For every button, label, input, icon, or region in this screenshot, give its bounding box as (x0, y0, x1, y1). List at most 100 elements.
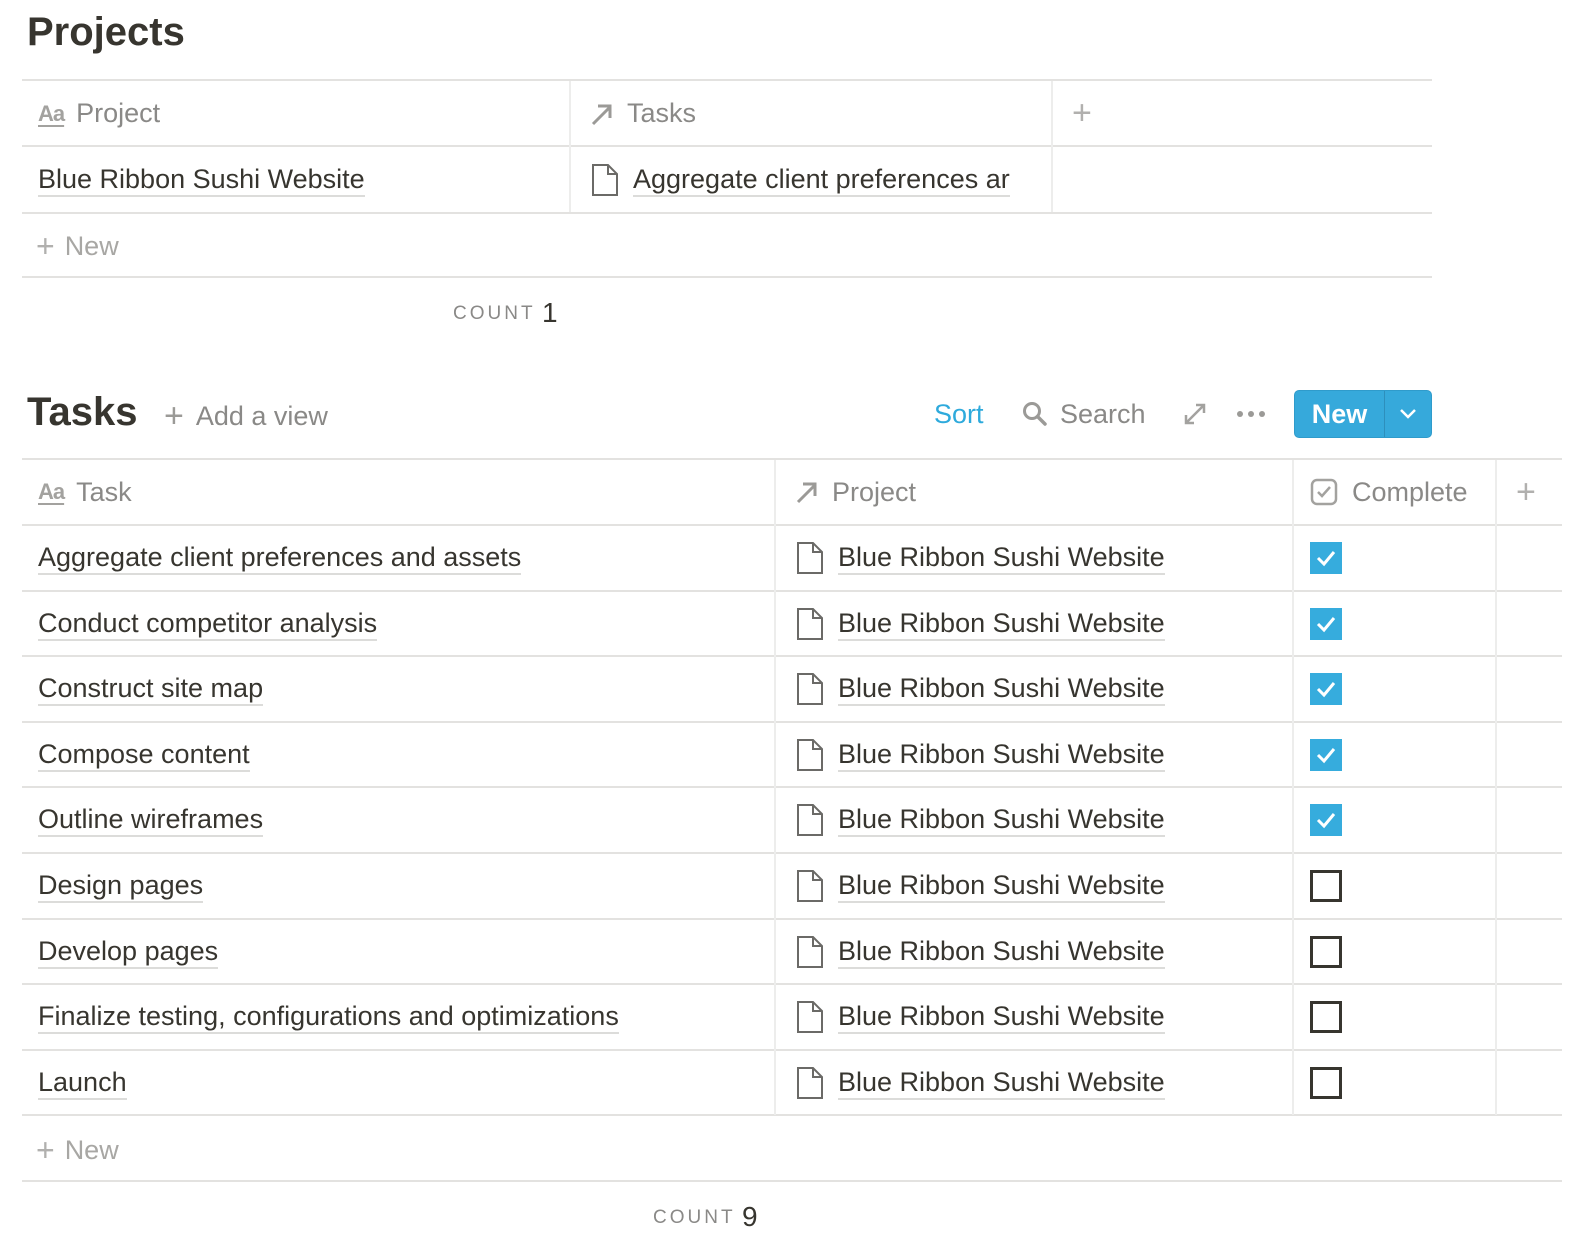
project-relation-link[interactable]: Blue Ribbon Sushi Website (838, 1001, 1165, 1034)
column-header-task[interactable]: Aa Task (38, 460, 768, 524)
table-row-project[interactable]: Blue Ribbon Sushi Website (796, 920, 1286, 984)
task-title[interactable]: Design pages (38, 870, 204, 903)
page-icon (796, 869, 824, 903)
new-row-label: New (64, 230, 119, 261)
page-icon (796, 541, 824, 575)
table-row-complete (1310, 592, 1490, 656)
task-title[interactable]: Launch (38, 1067, 127, 1100)
add-column-button[interactable]: + (1516, 460, 1556, 524)
page-icon (796, 803, 824, 837)
table-row-project[interactable]: Blue Ribbon Sushi Website (38, 148, 566, 212)
column-header-project[interactable]: Project (794, 460, 1284, 524)
project-relation-link[interactable]: Blue Ribbon Sushi Website (838, 608, 1165, 641)
table-row-project[interactable]: Blue Ribbon Sushi Website (796, 526, 1286, 590)
complete-checkbox[interactable] (1310, 1067, 1342, 1099)
page-icon (796, 672, 824, 706)
task-relation-link[interactable]: Aggregate client preferences ar (633, 164, 1010, 197)
count-value: 9 (742, 1201, 758, 1232)
task-title[interactable]: Aggregate client preferences and assets (38, 542, 522, 575)
table-row-tasks[interactable]: Aggregate client preferences ar (591, 148, 1051, 212)
divider (22, 145, 1432, 147)
project-relation-link[interactable]: Blue Ribbon Sushi Website (838, 804, 1165, 837)
complete-checkbox[interactable] (1310, 804, 1342, 836)
column-header-tasks[interactable]: Tasks (589, 82, 1049, 145)
check-icon (1316, 551, 1336, 567)
project-relation-link[interactable]: Blue Ribbon Sushi Website (838, 1067, 1165, 1100)
task-title[interactable]: Construct site map (38, 673, 264, 706)
table-row-task[interactable]: Finalize testing, configurations and opt… (38, 985, 768, 1049)
search-button[interactable]: Search (1022, 396, 1146, 432)
table-row-task[interactable]: Compose content (38, 723, 768, 787)
task-title[interactable]: Compose content (38, 739, 250, 772)
table-row-project[interactable]: Blue Ribbon Sushi Website (796, 985, 1286, 1049)
table-row-complete (1310, 854, 1490, 918)
table-row-complete (1310, 788, 1490, 852)
table-row-complete (1310, 920, 1490, 984)
page-icon (796, 935, 824, 969)
complete-checkbox[interactable] (1310, 673, 1342, 705)
table-row-task[interactable]: Conduct competitor analysis (38, 592, 768, 656)
column-header-label: Project (76, 98, 161, 128)
complete-checkbox[interactable] (1310, 608, 1342, 640)
search-icon (1022, 401, 1048, 427)
table-row-task[interactable]: Design pages (38, 854, 768, 918)
table-row-project[interactable]: Blue Ribbon Sushi Website (796, 1051, 1286, 1115)
column-header-complete[interactable]: Complete (1310, 460, 1495, 524)
table-row-project[interactable]: Blue Ribbon Sushi Website (796, 657, 1286, 721)
table-row-task[interactable]: Develop pages (38, 920, 768, 984)
table-row-task[interactable]: Launch (38, 1051, 768, 1115)
table-row-task[interactable]: Outline wireframes (38, 788, 768, 852)
project-relation-link[interactable]: Blue Ribbon Sushi Website (838, 673, 1165, 706)
relation-arrow-icon (794, 479, 820, 505)
plus-icon: + (1072, 94, 1092, 132)
column-divider (774, 460, 776, 1115)
table-row-project[interactable]: Blue Ribbon Sushi Website (796, 723, 1286, 787)
project-relation-link[interactable]: Blue Ribbon Sushi Website (838, 936, 1165, 969)
project-relation-link[interactable]: Blue Ribbon Sushi Website (838, 542, 1165, 575)
expand-arrows-icon (1183, 402, 1207, 426)
text-aa-icon: Aa (38, 479, 65, 504)
page-icon (796, 607, 824, 641)
table-row-task[interactable]: Aggregate client preferences and assets (38, 526, 768, 590)
table-row-project[interactable]: Blue Ribbon Sushi Website (796, 854, 1286, 918)
projects-title: Projects (27, 10, 185, 54)
column-header-label: Complete (1352, 476, 1468, 507)
task-title[interactable]: Outline wireframes (38, 804, 264, 837)
table-row-project[interactable]: Blue Ribbon Sushi Website (796, 788, 1286, 852)
more-options-button[interactable] (1236, 396, 1266, 432)
project-relation-link[interactable]: Blue Ribbon Sushi Website (838, 870, 1165, 903)
column-divider (569, 81, 571, 212)
table-row-complete (1310, 526, 1490, 590)
project-relation-link[interactable]: Blue Ribbon Sushi Website (838, 739, 1165, 772)
new-row-button[interactable]: + New (36, 215, 336, 277)
column-header-project[interactable]: Aa Project (38, 82, 568, 145)
check-icon (1316, 748, 1336, 764)
complete-checkbox[interactable] (1310, 936, 1342, 968)
new-button[interactable]: New (1294, 390, 1432, 438)
search-label: Search (1060, 398, 1146, 429)
task-title[interactable]: Develop pages (38, 936, 219, 969)
complete-checkbox[interactable] (1310, 870, 1342, 902)
complete-checkbox[interactable] (1310, 1001, 1342, 1033)
check-icon (1316, 682, 1336, 698)
column-header-label: Task (76, 476, 132, 507)
plus-icon: + (36, 1131, 55, 1168)
complete-checkbox[interactable] (1310, 739, 1342, 771)
add-column-button[interactable]: + (1072, 82, 1112, 145)
new-row-button[interactable]: + New (36, 1119, 336, 1181)
check-icon (1316, 813, 1336, 829)
table-row-project[interactable]: Blue Ribbon Sushi Website (796, 592, 1286, 656)
complete-checkbox[interactable] (1310, 542, 1342, 574)
chevron-down-icon[interactable] (1385, 391, 1431, 437)
checkbox-icon (1310, 478, 1338, 506)
task-title[interactable]: Conduct competitor analysis (38, 608, 378, 641)
table-row-task[interactable]: Construct site map (38, 657, 768, 721)
project-title[interactable]: Blue Ribbon Sushi Website (38, 164, 365, 197)
expand-button[interactable] (1183, 396, 1207, 432)
column-header-label: Tasks (627, 98, 697, 128)
plus-icon: + (1516, 472, 1536, 511)
new-button-label[interactable]: New (1295, 391, 1385, 437)
sort-button[interactable]: Sort (934, 396, 984, 432)
task-title[interactable]: Finalize testing, configurations and opt… (38, 1001, 619, 1034)
add-view-button[interactable]: + Add a view (164, 397, 328, 435)
